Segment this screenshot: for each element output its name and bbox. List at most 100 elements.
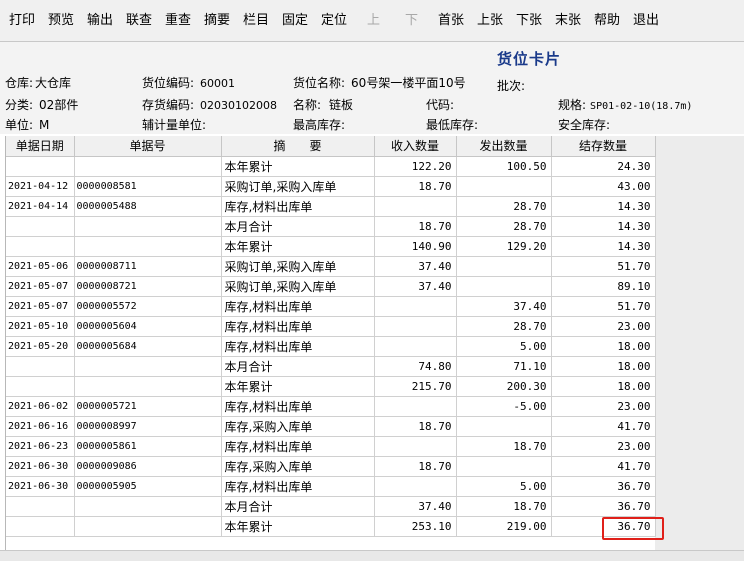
inventory-code-value: 02030102008 <box>200 99 278 112</box>
up-button[interactable]: 上 <box>367 10 380 32</box>
locate-button[interactable]: 定位 <box>321 10 347 32</box>
print-button[interactable]: 打印 <box>9 10 35 32</box>
cell-in-qty: 122.20 <box>374 156 457 177</box>
cell-bill-number: 0000008997 <box>74 416 222 437</box>
cell-in-qty: 18.70 <box>374 456 457 477</box>
first-button[interactable]: 首张 <box>438 10 464 32</box>
cell-date: 2021-06-02 <box>6 396 75 417</box>
table-row[interactable]: 本年累计 215.70 200.30 18.00 <box>6 376 656 397</box>
warehouse-value: 大仓库 <box>35 76 72 90</box>
table-row[interactable]: 2021-05-07 0000005572 库存,材料出库单 37.40 51.70 <box>6 296 656 317</box>
next-button[interactable]: 下张 <box>516 10 542 32</box>
inventory-code-label: 存货编码: <box>142 98 195 112</box>
last-button[interactable]: 末张 <box>555 10 581 32</box>
table-row[interactable]: 本年累计 253.10 219.00 36.70 <box>6 516 656 537</box>
exit-button[interactable]: 退出 <box>633 10 659 32</box>
cell-balance-qty: 43.00 <box>551 176 656 197</box>
table-row[interactable]: 2021-04-14 0000005488 库存,材料出库单 28.70 14.30 <box>6 196 656 217</box>
table-row[interactable]: 2021-06-16 0000008997 库存,采购入库单 18.70 41.70 <box>6 416 656 437</box>
column-header-summary[interactable]: 摘 要 <box>221 136 375 157</box>
cell-bill-number: 0000005905 <box>74 476 222 497</box>
table-row[interactable]: 2021-05-07 0000008721 采购订单,采购入库单 37.40 89.10 <box>6 276 656 297</box>
cell-date: 2021-06-16 <box>6 416 75 437</box>
cell-balance-qty: 51.70 <box>551 256 656 277</box>
cell-date: 2021-06-23 <box>6 436 75 457</box>
table-row[interactable]: 2021-06-02 0000005721 库存,材料出库单 -5.00 23.00 <box>6 396 656 417</box>
table-row[interactable]: 2021-05-20 0000005684 库存,材料出库单 5.00 18.00 <box>6 336 656 357</box>
table-row[interactable]: 本月合计 37.40 18.70 36.70 <box>6 496 656 517</box>
highlight-box <box>602 517 664 540</box>
table-row[interactable]: 本年累计 140.90 129.20 14.30 <box>6 236 656 257</box>
table-row[interactable]: 2021-06-23 0000005861 库存,材料出库单 18.70 23.00 <box>6 436 656 457</box>
summary-button[interactable]: 摘要 <box>204 10 230 32</box>
cell-out-qty: 18.70 <box>456 436 552 457</box>
spec-label: 规格: <box>558 98 587 112</box>
pin-button[interactable]: 固定 <box>282 10 308 32</box>
cell-balance-qty: 41.70 <box>551 456 656 477</box>
columns-button[interactable]: 栏目 <box>243 10 269 32</box>
table-header-row: 单据日期 单据号 摘 要 收入数量 发出数量 结存数量 <box>6 136 656 157</box>
linked-query-button[interactable]: 联查 <box>126 10 152 32</box>
column-header-balance-qty[interactable]: 结存数量 <box>551 136 656 157</box>
warehouse-field: 仓库: 大仓库 <box>5 74 71 91</box>
column-header-date[interactable]: 单据日期 <box>6 136 75 157</box>
cell-bill-number: 0000005488 <box>74 196 222 217</box>
item-name-field: 名称: 链板 <box>293 96 353 113</box>
table-row[interactable]: 本月合计 18.70 28.70 14.30 <box>6 216 656 237</box>
min-stock-label: 最低库存: <box>426 118 479 132</box>
column-header-out-qty[interactable]: 发出数量 <box>456 136 552 157</box>
cell-balance-qty: 24.30 <box>551 156 656 177</box>
column-header-in-qty[interactable]: 收入数量 <box>374 136 457 157</box>
cell-bill-number: 0000005684 <box>74 336 222 357</box>
location-name-label: 货位名称: <box>293 76 346 90</box>
category-label: 分类: <box>5 98 34 112</box>
table-row[interactable]: 2021-04-12 0000008581 采购订单,采购入库单 18.70 43.00 <box>6 176 656 197</box>
table-row[interactable]: 本月合计 74.80 71.10 18.00 <box>6 356 656 377</box>
max-stock-field: 最高库存: <box>293 116 347 133</box>
export-button[interactable]: 输出 <box>87 10 113 32</box>
cell-out-qty <box>456 416 552 437</box>
cell-balance-qty: 14.30 <box>551 236 656 257</box>
cell-summary: 本年累计 <box>221 236 375 257</box>
cell-in-qty: 37.40 <box>374 496 457 517</box>
cell-bill-number <box>74 236 222 257</box>
cell-in-qty <box>374 436 457 457</box>
help-button[interactable]: 帮助 <box>594 10 620 32</box>
cell-date: 2021-06-30 <box>6 476 75 497</box>
cell-summary: 库存,材料出库单 <box>221 476 375 497</box>
code-label: 代码: <box>426 98 455 112</box>
cell-out-qty: 219.00 <box>456 516 552 537</box>
cell-summary: 库存,采购入库单 <box>221 416 375 437</box>
down-button[interactable]: 下 <box>405 10 418 32</box>
spec-field: 规格: SP01-02-10(18.7m) <box>558 96 692 113</box>
cell-in-qty <box>374 336 457 357</box>
location-name-field: 货位名称: 60号架一楼平面10号 <box>293 74 466 91</box>
preview-button[interactable]: 预览 <box>48 10 74 32</box>
table-row[interactable]: 本年累计 122.20 100.50 24.30 <box>6 156 656 177</box>
requery-button[interactable]: 重查 <box>165 10 191 32</box>
cell-balance-qty: 23.00 <box>551 436 656 457</box>
ledger-grid[interactable]: 单据日期 单据号 摘 要 收入数量 发出数量 结存数量 本年累计 122.20 10… <box>5 136 744 550</box>
table-row[interactable]: 2021-06-30 0000009086 库存,采购入库单 18.70 41.70 <box>6 456 656 477</box>
safety-stock-field: 安全库存: <box>558 116 612 133</box>
cell-bill-number <box>74 376 222 397</box>
cell-summary: 本月合计 <box>221 216 375 237</box>
cell-in-qty: 37.40 <box>374 256 457 277</box>
table-row[interactable]: 2021-06-30 0000005905 库存,材料出库单 5.00 36.70 <box>6 476 656 497</box>
cell-out-qty: 5.00 <box>456 476 552 497</box>
column-header-bill-number[interactable]: 单据号 <box>74 136 222 157</box>
prev-button[interactable]: 上张 <box>477 10 503 32</box>
cell-date <box>6 496 75 517</box>
table-row[interactable]: 2021-05-06 0000008711 采购订单,采购入库单 37.40 51.70 <box>6 256 656 277</box>
cell-out-qty: 37.40 <box>456 296 552 317</box>
unit-value: M <box>39 118 50 132</box>
cell-summary: 采购订单,采购入库单 <box>221 256 375 277</box>
cell-summary: 本年累计 <box>221 376 375 397</box>
toolbar: 打印 预览 输出 联查 重查 摘要 栏目 固定 定位 上 下 首张 上张 下张 … <box>0 0 744 42</box>
cell-in-qty <box>374 296 457 317</box>
cell-date <box>6 516 75 537</box>
table-row[interactable]: 2021-05-10 0000005604 库存,材料出库单 28.70 23.00 <box>6 316 656 337</box>
cell-summary: 本月合计 <box>221 496 375 517</box>
cell-in-qty: 253.10 <box>374 516 457 537</box>
cell-bill-number: 0000009086 <box>74 456 222 477</box>
